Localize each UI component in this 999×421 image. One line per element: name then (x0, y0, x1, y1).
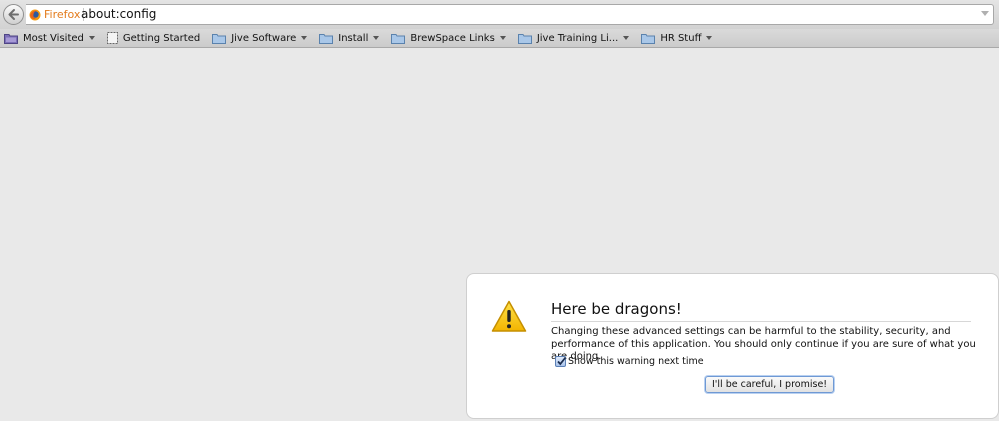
back-arrow-icon (8, 9, 19, 20)
smart-folder-icon (4, 33, 18, 44)
ill-be-careful-button[interactable]: I'll be careful, I promise! (705, 376, 835, 393)
bookmark-hr-stuff[interactable]: HR Stuff (637, 29, 716, 47)
bookmark-getting-started[interactable]: Getting Started (103, 29, 204, 47)
bookmark-label: Getting Started (122, 32, 201, 44)
bookmark-label: Jive Training Li... (536, 32, 619, 44)
back-button[interactable] (3, 4, 24, 25)
url-bar[interactable]: Firefox about:config (26, 4, 994, 25)
navigation-toolbar: Firefox about:config (0, 0, 999, 30)
folder-icon (391, 33, 406, 44)
bookmark-install[interactable]: Install (315, 29, 383, 47)
page-icon (106, 32, 118, 44)
chevron-down-icon (373, 36, 380, 40)
warning-icon (491, 300, 527, 332)
bookmark-label: HR Stuff (660, 32, 702, 44)
chevron-down-icon (706, 36, 713, 40)
bookmark-label: Jive Software (231, 32, 297, 44)
warning-title: Here be dragons! (551, 300, 971, 322)
folder-icon (212, 33, 227, 44)
bookmark-jive-training-links[interactable]: Jive Training Li... (514, 29, 634, 47)
url-history-dropdown-icon[interactable] (981, 11, 989, 16)
firefox-icon (29, 9, 41, 21)
checkmark-icon (557, 356, 567, 366)
show-warning-checkbox-row[interactable]: Show this warning next time (555, 356, 704, 367)
show-warning-checkbox[interactable] (555, 356, 567, 367)
chevron-down-icon (623, 36, 630, 40)
bookmarks-toolbar: Most Visited Getting Started Jive Softwa… (0, 29, 999, 48)
bookmark-brewspace-links[interactable]: BrewSpace Links (387, 29, 509, 47)
folder-icon (517, 33, 532, 44)
site-identity-label[interactable]: Firefox (44, 8, 85, 21)
show-warning-checkbox-label[interactable]: Show this warning next time (568, 356, 704, 367)
bookmark-label: Most Visited (23, 32, 84, 44)
bookmark-jive-software[interactable]: Jive Software (208, 29, 311, 47)
chevron-down-icon (88, 36, 95, 40)
folder-icon (641, 33, 656, 44)
url-text[interactable]: about:config (81, 7, 156, 22)
folder-icon (319, 33, 334, 44)
chevron-down-icon (499, 36, 506, 40)
about-config-warning-panel: Here be dragons! Changing these advanced… (466, 273, 999, 419)
bookmark-label: Install (338, 32, 369, 44)
chevron-down-icon (301, 36, 308, 40)
bookmark-most-visited[interactable]: Most Visited (0, 29, 99, 47)
bookmark-label: BrewSpace Links (410, 32, 495, 44)
